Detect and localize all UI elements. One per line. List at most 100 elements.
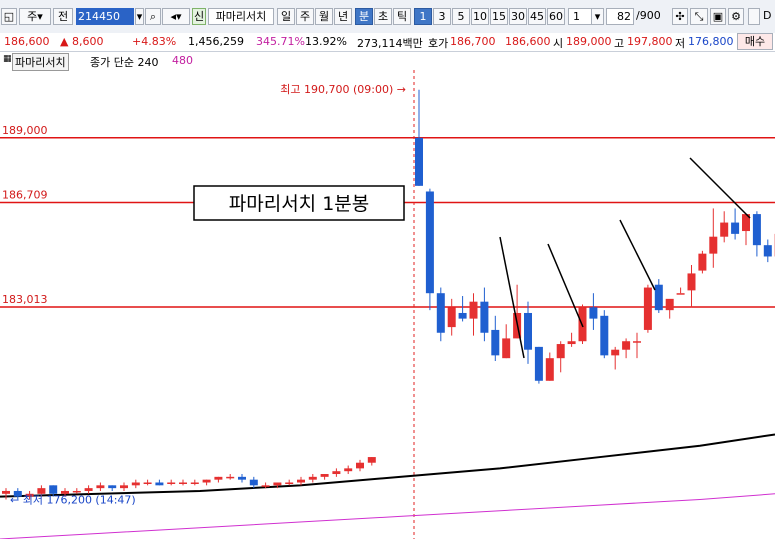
trend-line [547, 243, 584, 328]
candle-body [600, 315, 609, 356]
candle-body [367, 457, 376, 463]
period-year[interactable]: 년 [334, 8, 352, 25]
trade-amount: 273,114백만 [357, 37, 423, 50]
checkbox[interactable] [748, 8, 760, 25]
candle-body [611, 349, 620, 356]
draw-line-icon[interactable]: ⤡ [690, 8, 708, 25]
period-second[interactable]: 초 [374, 8, 392, 25]
candlestick-chart[interactable]: 189,000 186,709 183,013 최고 190,700 (09:00) … [0, 70, 775, 539]
chart-mode-icon[interactable]: ◱ [1, 8, 17, 25]
candle-body [447, 307, 456, 328]
period-tick[interactable]: 틱 [393, 8, 411, 25]
volume-ratio: 345.71% [256, 35, 305, 48]
ma-240-line [0, 433, 775, 498]
chart-toolbar: ◱ 주▾ 전 214450 ▾ ⌕ ◂▾ 신 파마리서치 일 주 월 년 분 초… [0, 0, 775, 34]
candle-body [344, 468, 353, 472]
speaker-icon[interactable]: ◂▾ [162, 8, 190, 25]
interval-5[interactable]: 5 [452, 8, 470, 25]
candle-body [676, 293, 685, 295]
turnover-rate: 13.92% [305, 35, 347, 48]
candle-body [491, 329, 500, 356]
quote-bar: 186,600 ▲ 8,600 +4.83% 1,456,259 345.71%… [0, 33, 775, 52]
candle-body [308, 476, 317, 480]
candle-body [545, 358, 554, 381]
candle-body [698, 253, 707, 271]
level-label: 183,013 [2, 293, 48, 306]
hoga-label: 호가 [428, 37, 449, 50]
whole-market-button[interactable]: 전 [53, 8, 73, 25]
period-month[interactable]: 월 [315, 8, 333, 25]
candle-body [567, 341, 576, 345]
candle-body [297, 479, 305, 483]
period-minute[interactable]: 분 [355, 8, 373, 25]
candle-body [534, 346, 543, 381]
trend-line [619, 219, 656, 291]
interval-15[interactable]: 15 [490, 8, 508, 25]
candle-body [2, 490, 10, 494]
candle-body [633, 341, 641, 343]
chart-title: 파마리서치 1분봉 [229, 193, 370, 215]
ask-price: 186,700 [450, 35, 496, 48]
grid-icon: ▦ [3, 54, 12, 64]
ma-period-2: 480 [172, 54, 193, 67]
price-change: ▲ 8,600 [60, 35, 104, 48]
interval-30[interactable]: 30 [509, 8, 527, 25]
candle-body [131, 482, 140, 486]
ma-label: 종가 단순 240 [90, 56, 159, 69]
interval-3[interactable]: 3 [433, 8, 451, 25]
level-label: 186,709 [2, 189, 48, 202]
bid-price: 186,600 [505, 35, 551, 48]
interval-10[interactable]: 10 [471, 8, 489, 25]
candle-body [72, 490, 81, 493]
level-label: 189,000 [2, 124, 48, 137]
market-select[interactable]: 주▾ [19, 8, 51, 25]
candle-body [436, 293, 445, 333]
interval-select-dropdown[interactable]: ▾ [591, 8, 604, 25]
interval-60[interactable]: 60 [547, 8, 565, 25]
candle-body [709, 236, 718, 254]
gear-icon[interactable]: ⚙ [728, 8, 744, 25]
candle-body [332, 471, 341, 475]
interval-45[interactable]: 45 [528, 8, 546, 25]
candle-body [108, 485, 117, 489]
stock-tab[interactable]: 파마리서치 [12, 53, 69, 71]
crosshair-icon[interactable]: ✣ [672, 8, 688, 25]
candle-body [226, 476, 235, 479]
period-week[interactable]: 주 [296, 8, 314, 25]
count-input[interactable]: 82 [606, 8, 634, 25]
high-price: 197,800 [627, 35, 673, 48]
candle-body [425, 191, 434, 294]
interval-1[interactable]: 1 [414, 8, 432, 25]
candle-body [480, 301, 489, 333]
candle-body [214, 476, 223, 480]
low-annotation: ← 최저 176,200 (14:47) [10, 493, 136, 506]
period-day[interactable]: 일 [277, 8, 295, 25]
candle-body [643, 287, 652, 330]
code-dropdown[interactable]: ▾ [135, 8, 144, 25]
save-icon[interactable]: ▣ [710, 8, 726, 25]
candle-body [415, 137, 423, 186]
truncated-label: D [763, 9, 772, 22]
credit-badge: 신 [192, 8, 206, 25]
candle-body [190, 482, 199, 484]
candle-body [179, 482, 187, 484]
stock-code-input[interactable]: 214450 [76, 8, 134, 25]
buy-button[interactable]: 매수 [737, 33, 773, 50]
candle-body [143, 482, 152, 484]
candle-body [285, 482, 294, 484]
low-price: 176,800 [688, 35, 734, 48]
candle-body [155, 482, 164, 486]
search-icon[interactable]: ⌕ [145, 8, 161, 25]
open-price: 189,000 [566, 35, 612, 48]
candle-body [84, 488, 93, 491]
change-percent: +4.83% [132, 35, 177, 48]
candle-body [320, 474, 329, 477]
candle-body [720, 222, 729, 237]
candle-body [202, 479, 211, 483]
candle-body [622, 341, 631, 350]
volume: 1,456,259 [188, 35, 244, 48]
trend-line [689, 157, 751, 219]
candle-body [458, 312, 467, 319]
candle-body [654, 284, 663, 311]
candle-body [249, 479, 258, 486]
